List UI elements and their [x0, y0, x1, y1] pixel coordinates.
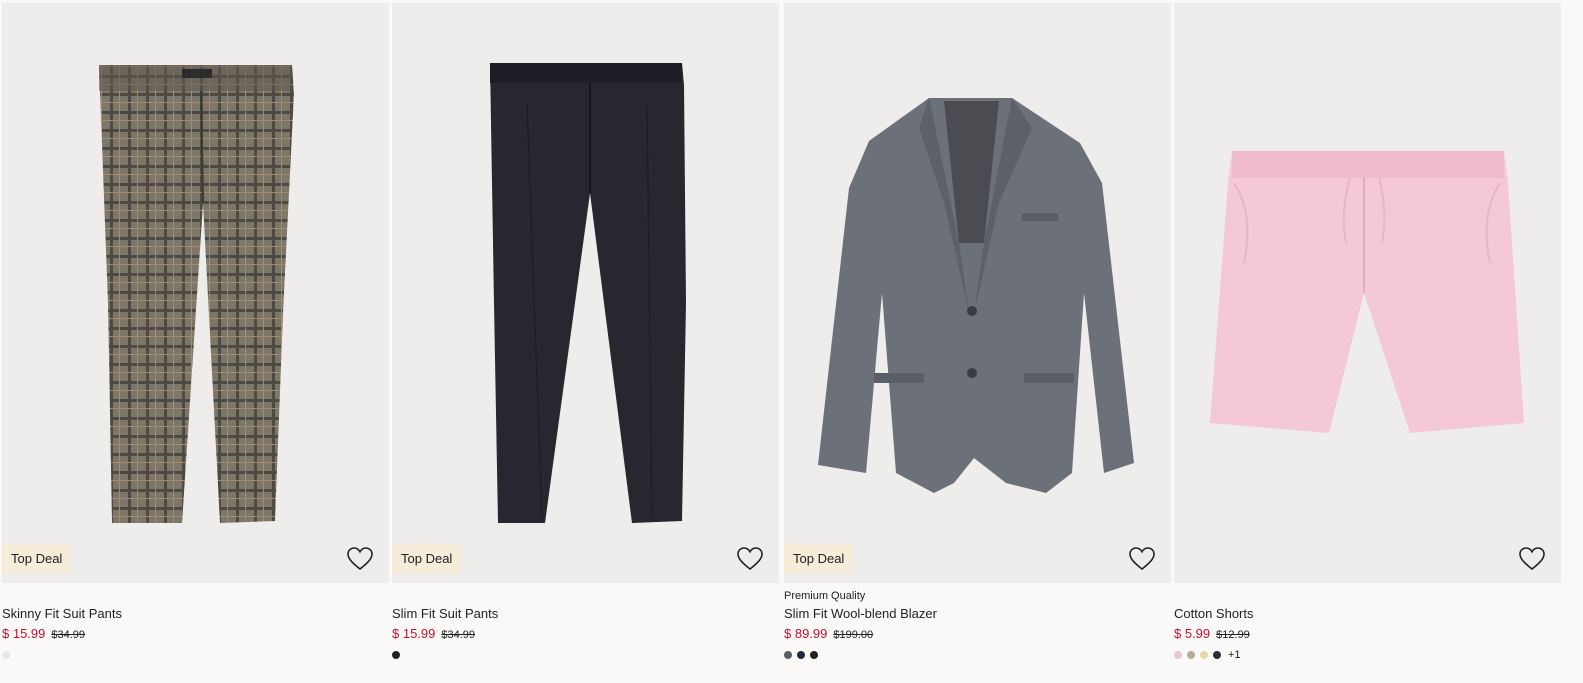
heart-icon[interactable] — [1518, 545, 1546, 573]
product-card: Top Deal Premium Quality Slim Fit Wool-b… — [784, 0, 1171, 683]
top-deal-badge: Top Deal — [392, 544, 462, 574]
color-swatch[interactable] — [784, 651, 792, 659]
color-swatch[interactable] — [1174, 651, 1182, 659]
product-card: Top Deal Skinny Fit Suit Pants $ 15.99 $3… — [2, 0, 389, 683]
original-price: $199.00 — [833, 629, 874, 641]
color-swatches — [2, 649, 15, 661]
color-swatch[interactable] — [810, 651, 818, 659]
product-title[interactable]: Skinny Fit Suit Pants — [2, 606, 122, 621]
product-image — [1210, 151, 1524, 433]
heart-icon[interactable] — [736, 545, 764, 573]
sale-price: $ 89.99 — [784, 626, 828, 641]
price-row: $ 15.99 $34.99 — [2, 626, 85, 641]
color-swatch[interactable] — [392, 651, 400, 659]
product-image-link[interactable]: Top Deal — [2, 3, 389, 583]
color-swatch[interactable] — [1187, 651, 1195, 659]
product-card: Top Deal Slim Fit Suit Pants $ 15.99 $34.… — [392, 0, 779, 683]
price-row: $ 5.99 $12.99 — [1174, 626, 1250, 641]
premium-label: Premium Quality — [784, 590, 866, 602]
product-title[interactable]: Slim Fit Suit Pants — [392, 606, 498, 621]
color-swatches — [784, 649, 823, 661]
original-price: $12.99 — [1216, 629, 1250, 641]
product-title[interactable]: Cotton Shorts — [1174, 606, 1254, 621]
color-swatches: +1 — [1174, 649, 1241, 661]
color-swatch[interactable] — [797, 651, 805, 659]
product-image — [490, 63, 686, 523]
product-card: Cotton Shorts $ 5.99 $12.99 +1 — [1174, 0, 1561, 683]
sale-price: $ 15.99 — [392, 626, 436, 641]
sale-price: $ 5.99 — [1174, 626, 1211, 641]
more-colors-count[interactable]: +1 — [1228, 649, 1241, 661]
product-image-link[interactable]: Top Deal — [784, 3, 1171, 583]
heart-icon[interactable] — [1128, 545, 1156, 573]
product-image-link[interactable] — [1174, 3, 1561, 583]
top-deal-badge: Top Deal — [2, 544, 72, 574]
color-swatch[interactable] — [2, 651, 10, 659]
price-row: $ 15.99 $34.99 — [392, 626, 475, 641]
original-price: $34.99 — [441, 629, 476, 641]
top-deal-badge: Top Deal — [784, 544, 854, 574]
product-image-link[interactable]: Top Deal — [392, 3, 779, 583]
color-swatches — [392, 649, 405, 661]
sale-price: $ 15.99 — [2, 626, 46, 641]
original-price: $34.99 — [51, 629, 86, 641]
price-row: $ 89.99 $199.00 — [784, 626, 873, 641]
product-image — [818, 98, 1134, 493]
color-swatch[interactable] — [1213, 651, 1221, 659]
color-swatch[interactable] — [1200, 651, 1208, 659]
product-title[interactable]: Slim Fit Wool-blend Blazer — [784, 606, 937, 621]
heart-icon[interactable] — [346, 545, 374, 573]
product-grid: Top Deal Skinny Fit Suit Pants $ 15.99 $3… — [0, 0, 1583, 683]
product-image — [99, 65, 294, 523]
